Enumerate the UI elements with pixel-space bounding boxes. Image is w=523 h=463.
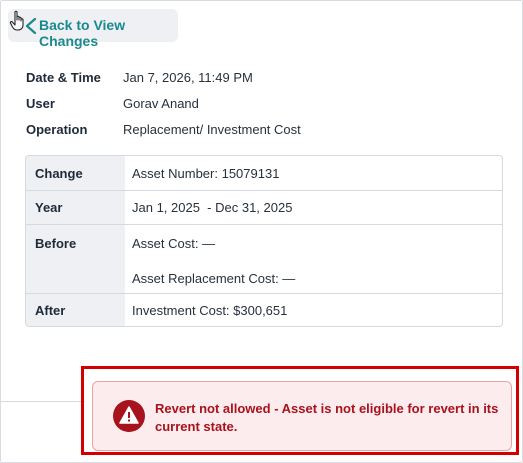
before-label: Before	[26, 225, 125, 293]
hand-cursor-icon	[9, 10, 24, 31]
before-asset-cost: Asset Cost: —	[132, 236, 216, 251]
warning-icon	[113, 400, 145, 432]
operation-value: Replacement/ Investment Cost	[123, 121, 301, 137]
table-row-before: Before Asset Cost: — Asset Replacement C…	[26, 224, 502, 293]
year-label: Year	[26, 191, 125, 224]
year-value-text: Jan 1, 2025 - Dec 31, 2025	[132, 200, 293, 215]
before-values: Asset Cost: — Asset Replacement Cost: —	[125, 225, 502, 293]
meta-row-date: Date & Time Jan 7, 2026, 11:49 PM	[26, 64, 301, 90]
divider	[0, 401, 82, 402]
change-value: Asset Number: 15079131	[132, 165, 280, 181]
year-value: Jan 1, 2025 - Dec 31, 2025	[125, 191, 502, 224]
date-label: Date & Time	[26, 69, 101, 85]
changes-table: Change Asset Number: 15079131 Year Jan 1…	[25, 155, 503, 327]
meta-row-user: User Gorav Anand	[26, 90, 301, 116]
user-value: Gorav Anand	[123, 95, 199, 111]
change-meta: Date & Time Jan 7, 2026, 11:49 PM User G…	[26, 64, 301, 142]
back-to-view-changes-button[interactable]: Back to View Changes	[8, 9, 178, 49]
table-row-change: Change Asset Number: 15079131	[26, 156, 502, 190]
user-label: User	[26, 95, 55, 111]
table-row-after: After Investment Cost: $300,651	[26, 293, 502, 326]
back-button-label: Back to View Changes	[39, 17, 126, 49]
date-value: Jan 7, 2026, 11:49 PM	[123, 69, 253, 85]
after-value: Investment Cost: $300,651	[132, 303, 288, 318]
after-label: After	[26, 294, 125, 326]
before-replacement-cost: Asset Replacement Cost: —	[132, 271, 296, 286]
table-row-year: Year Jan 1, 2025 - Dec 31, 2025	[26, 190, 502, 224]
error-alert: Revert not allowed - Asset is not eligib…	[92, 381, 512, 451]
alert-message: Revert not allowed - Asset is not eligib…	[155, 401, 499, 434]
change-label: Change	[26, 156, 125, 190]
operation-label: Operation	[26, 121, 88, 137]
meta-row-operation: Operation Replacement/ Investment Cost	[26, 116, 301, 142]
